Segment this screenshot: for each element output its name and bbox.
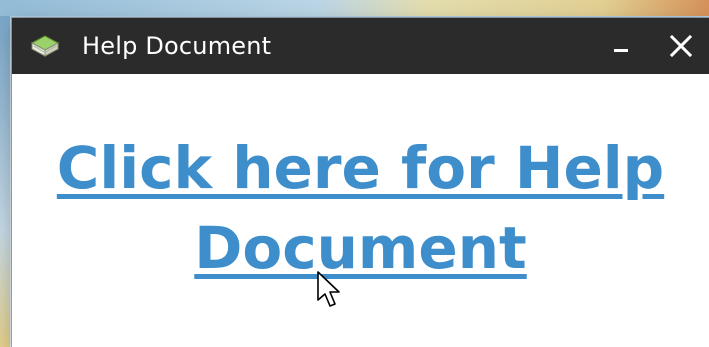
close-icon (669, 34, 693, 58)
close-button[interactable] (661, 26, 701, 66)
desktop-background: Help Document Click here for Help Docume… (0, 0, 709, 347)
window-controls (601, 18, 701, 74)
help-document-link[interactable]: Click here for Help Document (51, 128, 671, 288)
window-title: Help Document (82, 32, 272, 60)
desktop-wallpaper-top (0, 0, 709, 16)
green-book-icon (30, 33, 60, 59)
desktop-wallpaper-left (0, 16, 10, 347)
window-content: Click here for Help Document (12, 74, 709, 347)
minimize-button[interactable] (601, 26, 641, 66)
help-document-window: Help Document Click here for Help Docume… (12, 18, 709, 347)
minimize-icon (614, 49, 628, 52)
window-titlebar[interactable]: Help Document (12, 18, 709, 74)
